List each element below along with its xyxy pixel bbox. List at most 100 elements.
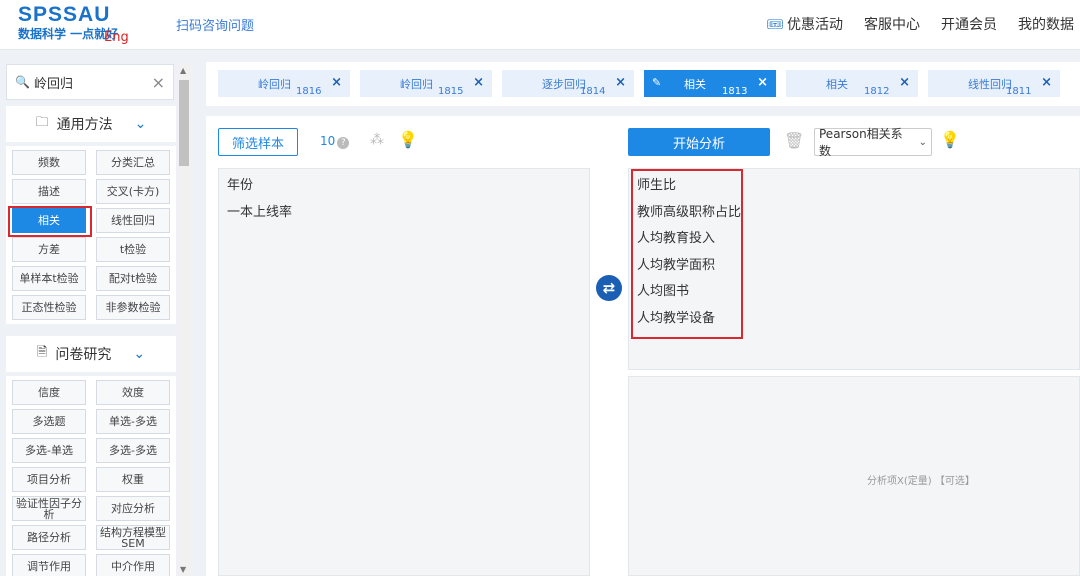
general-method-button[interactable]: t检验	[96, 237, 170, 262]
tab-label: 岭回归	[258, 78, 291, 91]
tab-number: 1814	[580, 86, 606, 97]
variable-item[interactable]: 教师高级职称占比	[637, 201, 741, 220]
survey-method-button[interactable]: 调节作用	[12, 554, 86, 576]
survey-method-button[interactable]: 验证性因子分析	[12, 496, 86, 521]
method-select[interactable]: Pearson相关系数 ⌄	[814, 127, 932, 158]
scrollbar-thumb[interactable]	[179, 80, 189, 166]
close-icon[interactable]: ×	[1041, 75, 1052, 90]
analysis-tab-bar: 岭回归 1816 × 岭回归 1815 × 逐步回归 1814 × ✎ 相关 1813 × 相关 1812 ×…	[206, 62, 1080, 106]
nav-my-data[interactable]: 我的数据	[1018, 14, 1074, 34]
tab-number: 1816	[296, 86, 322, 97]
variable-item[interactable]: 人均教学设备	[637, 307, 715, 326]
survey-method-button[interactable]: 路径分析	[12, 525, 86, 550]
general-method-button[interactable]: 配对t检验	[96, 266, 170, 291]
close-icon[interactable]: ×	[757, 75, 768, 90]
section-survey-research[interactable]: 🗎 问卷研究 ⌄	[6, 336, 176, 372]
ticket-icon: 🎟	[766, 17, 784, 33]
variable-item[interactable]: 年份	[227, 174, 253, 193]
chevron-down-icon: ⌄	[134, 116, 147, 132]
method-select-value: Pearson相关系数	[819, 127, 903, 158]
section-survey-title: 问卷研究	[55, 347, 112, 363]
filter-sample-button[interactable]: 筛选样本	[218, 128, 298, 156]
sample-count: 10?	[320, 134, 350, 149]
survey-method-button[interactable]: 中介作用	[96, 554, 170, 576]
tab-label: 相关	[826, 78, 848, 91]
optional-items-list[interactable]: 分析项X(定量) 【可选】	[628, 376, 1080, 576]
scroll-down-icon[interactable]: ▼	[180, 565, 186, 574]
survey-method-button[interactable]: 效度	[96, 380, 170, 405]
general-method-button[interactable]: 交叉(卡方)	[96, 179, 170, 204]
scroll-up-icon[interactable]: ▲	[180, 66, 186, 75]
close-icon[interactable]: ×	[899, 75, 910, 90]
survey-method-button[interactable]: 项目分析	[12, 467, 86, 492]
tab-number: 1813	[722, 86, 748, 97]
top-header: SPSSAU 数据科学 一点就好 Eng 扫码咨询问题 🎟 优惠活动 客服中心 开…	[0, 0, 1080, 50]
nav-customer-service[interactable]: 客服中心	[864, 14, 920, 34]
optional-items-placeholder: 分析项X(定量) 【可选】	[867, 476, 975, 487]
survey-method-button[interactable]: 结构方程模型SEM	[96, 525, 170, 550]
sample-count-value: 10	[320, 134, 336, 148]
section-general-methods[interactable]: 🗀 通用方法 ⌄	[6, 106, 176, 142]
header-nav: 🎟 优惠活动 客服中心 开通会员 我的数据	[766, 14, 1074, 34]
variable-item[interactable]: 人均教学面积	[637, 254, 715, 273]
search-value: 岭回归	[33, 76, 73, 92]
lightbulb-icon[interactable]: 💡	[940, 130, 960, 149]
share-icon[interactable]: ⁂	[370, 132, 384, 148]
section-general-title: 通用方法	[56, 117, 113, 133]
survey-method-button[interactable]: 权重	[96, 467, 170, 492]
swap-icon[interactable]: ⇄	[596, 275, 622, 301]
lightbulb-icon[interactable]: 💡	[398, 130, 418, 149]
analysis-tab[interactable]: 岭回归 1815 ×	[360, 70, 492, 97]
variable-item[interactable]: 人均图书	[637, 280, 689, 299]
tab-label: 相关	[684, 78, 706, 91]
method-search-input[interactable]: 🔍 岭回归 ×	[6, 64, 174, 100]
general-method-button[interactable]: 分类汇总	[96, 150, 170, 175]
help-icon[interactable]: ?	[337, 137, 350, 149]
analysis-tab[interactable]: 相关 1812 ×	[786, 70, 918, 97]
survey-method-button[interactable]: 多选题	[12, 409, 86, 434]
tab-number: 1811	[1006, 86, 1032, 97]
general-method-button[interactable]: 正态性检验	[12, 295, 86, 320]
analysis-tab[interactable]: 线性回归 1811 ×	[928, 70, 1060, 97]
general-method-button[interactable]: 单样本t检验	[12, 266, 86, 291]
variable-item[interactable]: 人均教育投入	[637, 227, 715, 246]
language-switch[interactable]: Eng	[104, 30, 129, 45]
analysis-tab[interactable]: 逐步回归 1814 ×	[502, 70, 634, 97]
document-icon: 🗎	[36, 345, 48, 360]
nav-promotions-label: 优惠活动	[787, 17, 843, 33]
tab-label: 岭回归	[400, 78, 433, 91]
variable-list[interactable]: 年份 一本上线率	[218, 168, 590, 576]
close-icon[interactable]: ×	[331, 75, 342, 90]
sidebar-scrollbar[interactable]: ▲ ▼	[177, 64, 191, 576]
general-method-button[interactable]: 描述	[12, 179, 86, 204]
survey-method-button[interactable]: 多选-单选	[12, 438, 86, 463]
tab-number: 1815	[438, 86, 464, 97]
survey-method-button[interactable]: 多选-多选	[96, 438, 170, 463]
close-icon[interactable]: ×	[615, 75, 626, 90]
general-method-button[interactable]: 非参数检验	[96, 295, 170, 320]
nav-membership[interactable]: 开通会员	[941, 14, 997, 34]
survey-method-button[interactable]: 对应分析	[96, 496, 170, 521]
trash-icon[interactable]: 🗑	[784, 131, 804, 150]
chevron-down-icon: ⌄	[918, 136, 927, 148]
variable-item[interactable]: 一本上线率	[227, 201, 292, 220]
general-method-button[interactable]: 频数	[12, 150, 86, 175]
analysis-items-list[interactable]: 师生比教师高级职称占比 人均教育投入 人均教学面积 人均图书人均教学设备	[628, 168, 1080, 370]
start-analysis-button[interactable]: 开始分析	[628, 128, 770, 156]
clear-icon[interactable]: ×	[152, 73, 165, 92]
general-method-button[interactable]: 方差	[12, 237, 86, 262]
edit-icon[interactable]: ✎	[652, 76, 661, 89]
search-icon: 🔍	[15, 75, 30, 89]
highlight-correlation	[8, 206, 92, 237]
analysis-tab[interactable]: ✎ 相关 1813 ×	[644, 70, 776, 97]
survey-method-button[interactable]: 单选-多选	[96, 409, 170, 434]
folder-icon: 🗀	[35, 115, 49, 130]
general-method-button[interactable]: 线性回归	[96, 208, 170, 233]
nav-promotions[interactable]: 🎟 优惠活动	[766, 14, 843, 34]
logo-main-text: SPSSAU	[18, 3, 111, 26]
consult-link[interactable]: 扫码咨询问题	[176, 15, 254, 34]
variable-item[interactable]: 师生比	[637, 174, 676, 193]
survey-method-button[interactable]: 信度	[12, 380, 86, 405]
close-icon[interactable]: ×	[473, 75, 484, 90]
analysis-tab[interactable]: 岭回归 1816 ×	[218, 70, 350, 97]
